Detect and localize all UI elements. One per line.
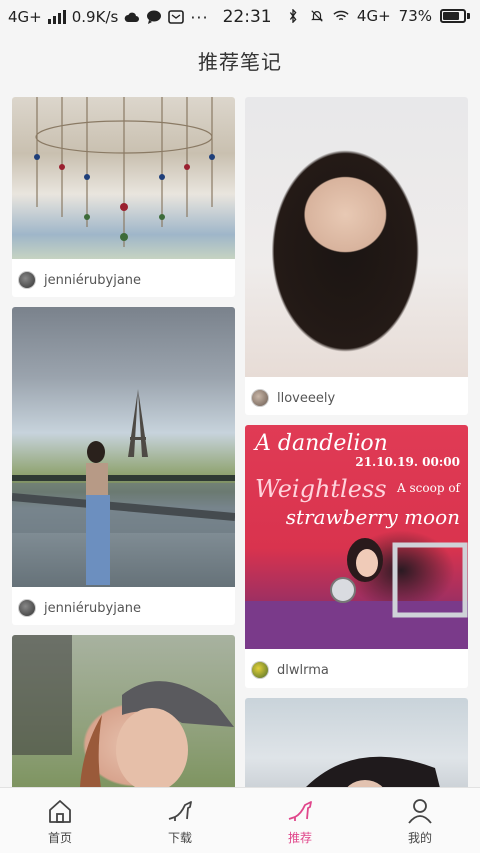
status-bar: 4G+ 0.9K/s ··· 22:31 4G+ 73% (0, 0, 480, 34)
note-card[interactable] (12, 635, 235, 787)
note-card[interactable]: lloveeely (245, 97, 468, 415)
note-feed[interactable]: jenniérubyjane lloveeely jenniérubyjane … (0, 97, 480, 787)
nav-label: 我的 (407, 831, 432, 845)
dandelion-poster: A dandelion 21.10.19. 00:00 Weightless A… (245, 425, 468, 649)
note-card[interactable]: jenniérubyjane (12, 307, 235, 625)
message-icon (147, 10, 162, 24)
note-card-meta: lloveeely (251, 389, 335, 407)
car-illustration (245, 538, 468, 649)
avatar[interactable] (18, 271, 36, 289)
nav-label: 推荐 (287, 831, 312, 845)
note-card[interactable]: A dandelion 21.10.19. 00:00 Weightless A… (245, 425, 468, 688)
author-name[interactable]: lloveeely (277, 391, 335, 406)
avatar[interactable] (251, 389, 269, 407)
wifi-icon (333, 10, 349, 21)
author-name[interactable]: jenniérubyjane (44, 273, 141, 288)
eiffel-tower-illustration (12, 389, 235, 585)
visor-illustration (12, 635, 234, 787)
status-left: 4G+ 0.9K/s ··· 22:31 (8, 7, 272, 27)
network-speed: 0.9K/s (71, 8, 119, 26)
page-title: 推荐笔记 (198, 50, 282, 74)
mute-bell-icon (311, 10, 323, 22)
mail-icon (168, 10, 185, 24)
eiffel-tower-photo (12, 307, 235, 587)
battery-icon (440, 9, 470, 23)
mirror-illustration (306, 756, 440, 787)
avatar[interactable] (18, 599, 36, 617)
note-card-meta: jenniérubyjane (18, 271, 141, 289)
avatar[interactable] (251, 661, 269, 679)
network-type: 4G+ (8, 8, 42, 26)
clock: 22:31 (222, 7, 272, 27)
home-icon (49, 800, 71, 823)
bluetooth-icon (289, 9, 297, 23)
nav-recommend[interactable]: 推荐 (240, 788, 360, 853)
battery-percent: 73% (398, 7, 432, 25)
note-card-meta: jenniérubyjane (18, 599, 141, 617)
status-right: 4G+ 73% (285, 7, 470, 25)
nav-label: 首页 (47, 831, 72, 845)
person-icon (408, 799, 432, 824)
visor-selfie-photo (12, 635, 235, 787)
nav-home[interactable]: 首页 (0, 788, 120, 853)
chandelier-photo (12, 97, 235, 259)
more-dots-icon: ··· (190, 7, 209, 27)
heel-shoe-icon (168, 801, 192, 821)
bottom-nav: 首页 下载 推荐 我的 (0, 787, 480, 853)
chandelier-illustration (34, 97, 215, 247)
nav-profile[interactable]: 我的 (360, 788, 480, 853)
author-name[interactable]: dlwlrma (277, 663, 329, 678)
note-card[interactable] (245, 698, 468, 787)
note-card-meta: dlwlrma (251, 661, 329, 679)
portrait-photo (245, 97, 468, 377)
signal-icon (47, 10, 66, 24)
network-type-right: 4G+ (356, 7, 391, 25)
author-name[interactable]: jenniérubyjane (44, 601, 141, 616)
heel-shoe-icon (288, 801, 312, 821)
note-card[interactable]: jenniérubyjane (12, 97, 235, 297)
cloud-icon (125, 12, 140, 22)
mirror-photo (245, 698, 468, 787)
nav-label: 下载 (167, 831, 192, 845)
nav-download[interactable]: 下载 (120, 788, 240, 853)
